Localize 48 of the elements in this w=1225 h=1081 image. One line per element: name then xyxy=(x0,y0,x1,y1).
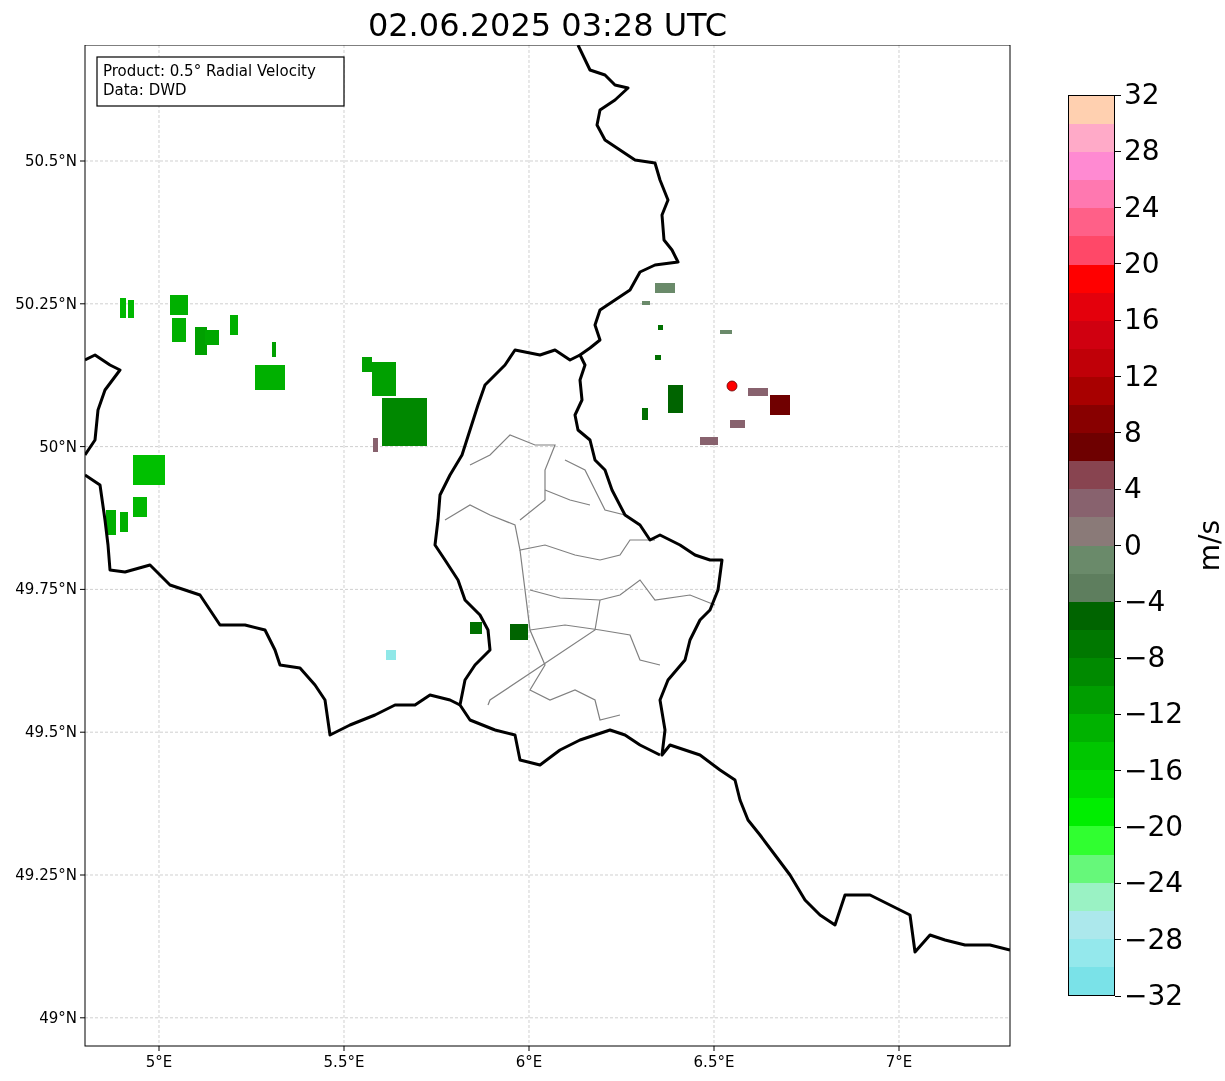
colorbar-tick-label: −28 xyxy=(1124,922,1184,957)
longitude-label: 5.5°E xyxy=(323,1053,365,1071)
latitude-label: 50.5°N xyxy=(24,152,77,170)
colorbar-tick-label: −32 xyxy=(1124,979,1184,1013)
info-text: Data: DWD xyxy=(103,81,187,99)
radar-echo xyxy=(642,283,675,305)
colorbar-tick-label: 8 xyxy=(1124,415,1142,450)
colorbar-tick-label: 20 xyxy=(1124,246,1160,281)
colorbar-tick-label: 4 xyxy=(1124,472,1142,507)
colorbar-tick-label: −24 xyxy=(1124,866,1184,901)
colorbar-tick-label: 0 xyxy=(1124,528,1142,563)
latitude-label: 49°N xyxy=(39,1008,77,1027)
colorbar-tick-label: 12 xyxy=(1124,359,1160,394)
radar-echo xyxy=(373,438,378,452)
chart-title: 02.06.2025 03:28 UTC xyxy=(366,5,729,45)
radar-echo xyxy=(120,298,134,318)
colorbar-tick-label: −4 xyxy=(1124,584,1166,619)
radar-echo xyxy=(230,315,238,335)
latitude-label: 49.5°N xyxy=(24,723,77,742)
longitude-label: 5°E xyxy=(145,1053,173,1071)
colorbar-tick-label: −20 xyxy=(1124,810,1184,845)
radar-site-marker xyxy=(726,380,738,392)
colorbar-tick-label: 16 xyxy=(1124,303,1160,338)
radar-echo xyxy=(133,455,165,485)
colorbar-tick-label: 28 xyxy=(1124,134,1160,169)
radar-echo xyxy=(470,622,482,634)
radar-echo xyxy=(362,357,396,396)
radar-echo xyxy=(255,342,285,390)
radar-echo xyxy=(170,295,188,342)
radar-echo xyxy=(195,327,219,355)
colorbar-tick-label: 24 xyxy=(1124,190,1160,225)
latitude-label: 49.25°N xyxy=(15,866,77,884)
latitude-label: 50°N xyxy=(39,437,77,456)
latitude-label: 50.25°N xyxy=(15,294,77,313)
radar-echo xyxy=(510,624,528,640)
colorbar-unit-label: m/s xyxy=(1193,519,1225,572)
longitude-label: 6.5°E xyxy=(693,1053,735,1071)
latitude-label: 49.75°N xyxy=(15,580,77,599)
radar-echo xyxy=(106,497,147,535)
colorbar-tick-label: 32 xyxy=(1124,78,1160,112)
colorbar-tick-label: −12 xyxy=(1124,697,1184,732)
radar-echo xyxy=(382,398,427,446)
colorbar-tick-label: −16 xyxy=(1124,753,1184,788)
longitude-label: 7°E xyxy=(885,1053,913,1071)
info-text: Product: 0.5° Radial Velocity xyxy=(103,62,316,80)
colorbar-tick-label: −8 xyxy=(1124,641,1166,676)
radar-echo xyxy=(386,650,396,660)
longitude-label: 6°E xyxy=(515,1053,543,1071)
